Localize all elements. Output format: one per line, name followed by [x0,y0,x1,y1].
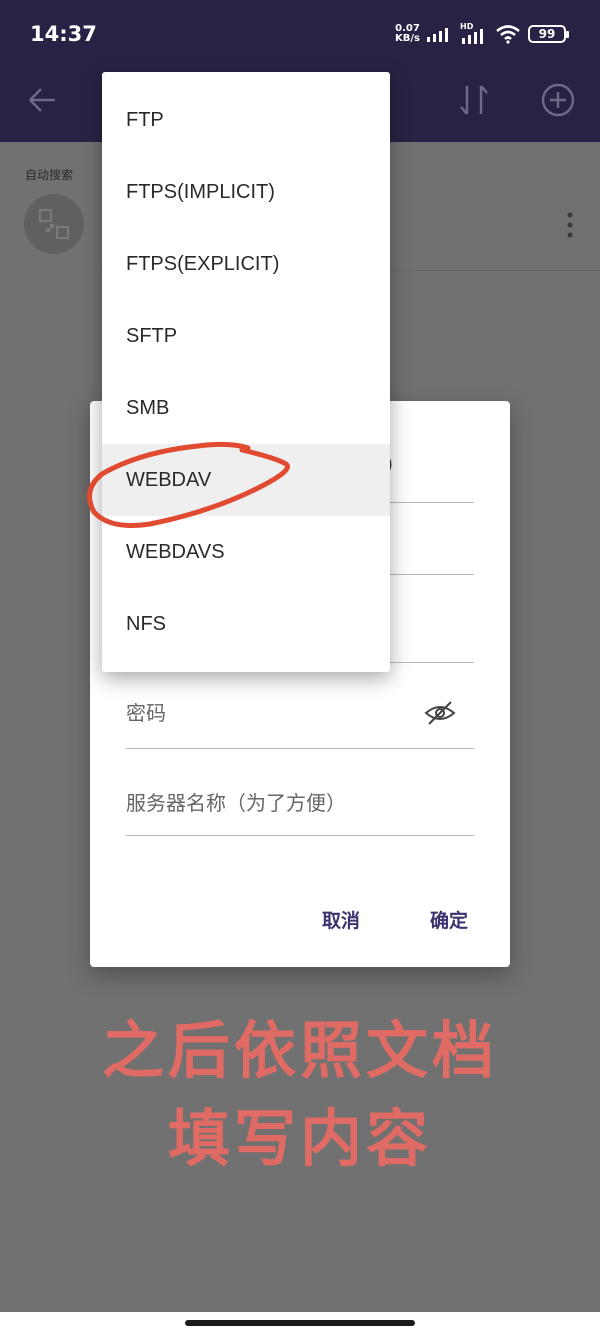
dropdown-item-ftps-explicit[interactable]: FTPS(EXPLICIT) [102,228,390,300]
dropdown-item-smb[interactable]: SMB [102,372,390,444]
dropdown-item-ftps-implicit[interactable]: FTPS(IMPLICIT) [102,156,390,228]
autosearch-label: 自动搜索 [25,168,74,182]
eye-off-icon[interactable] [424,699,456,727]
annotation-text-line1: 之后依照文档 [101,1014,498,1087]
wifi-icon [496,25,520,44]
server-name-field[interactable]: 服务器名称（为了方便） [126,767,474,836]
annotation-text-line2: 填写内容 [167,1102,432,1175]
signal-icon [427,28,448,42]
dropdown-item-sftp[interactable]: SFTP [102,300,390,372]
more-vertical-icon[interactable] [560,210,580,240]
device-avatar[interactable] [24,194,84,254]
cancel-button[interactable]: 取消 [322,906,360,933]
server-name-label: 服务器名称（为了方便） [126,791,346,815]
add-circle-icon[interactable] [540,82,576,118]
dropdown-item-ftp[interactable]: FTP [102,84,390,156]
status-icons: 0.07 KB/s HD 99 [395,22,569,44]
dropdown-item-webdavs[interactable]: WEBDAVS [102,516,390,588]
qr-device-icon [39,209,69,239]
status-time: 14:37 [30,22,97,46]
protocol-dropdown: FTP FTPS(IMPLICIT) FTPS(EXPLICIT) SFTP S… [102,72,390,672]
signal-hd-icon: HD [460,22,488,44]
home-indicator[interactable] [185,1320,415,1326]
net-speed-unit: KB/s [395,33,420,44]
net-speed: 0.07 KB/s [395,24,420,44]
dropdown-item-nfs[interactable]: NFS [102,588,390,660]
back-arrow-icon[interactable] [26,84,58,116]
password-field[interactable]: 密码 [126,681,474,749]
password-label: 密码 [126,701,166,725]
sort-icon[interactable] [456,82,492,118]
battery-icon: 99 [528,25,569,43]
dropdown-item-webdav[interactable]: WEBDAV [102,444,390,516]
confirm-button[interactable]: 确定 [430,906,468,933]
